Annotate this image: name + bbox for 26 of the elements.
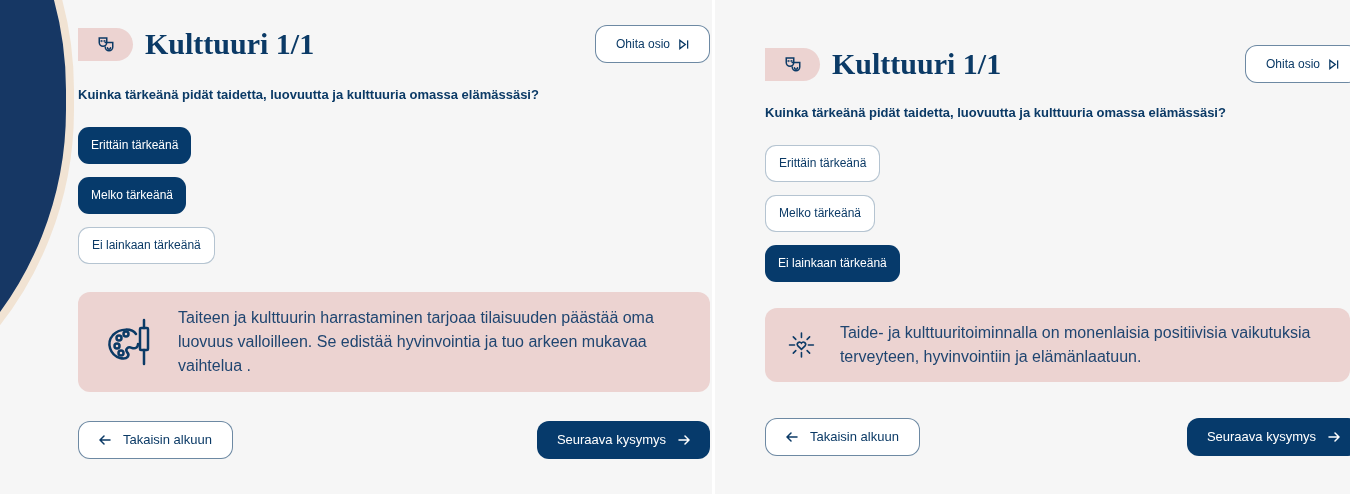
next-question-button[interactable]: Seuraava kysymys [1186,417,1350,456]
section-title: Kulttuuri 1/1 [832,49,1002,79]
answer-option[interactable]: Ei lainkaan tärkeänä [78,226,215,264]
right-arrow-icon [678,433,690,446]
theater-masks-icon [783,55,802,73]
skip-section-button[interactable]: Ohita osio [594,25,710,63]
answer-option[interactable]: Erittäin tärkeänä [78,126,192,164]
right-arrow-icon [1328,430,1340,443]
theater-masks-icon [96,35,115,53]
skip-icon [678,38,689,50]
skip-icon [1328,58,1339,70]
left-arrow-icon [99,433,111,446]
answer-option[interactable]: Melko tärkeänä [765,194,876,232]
answer-option[interactable]: Ei lainkaan tärkeänä [765,244,900,282]
answer-option[interactable]: Erittäin tärkeänä [765,144,881,182]
section-title: Kulttuuri 1/1 [145,29,315,59]
info-text: Taide- ja kulttuuritoiminnalla on monenlaisia positiivisia vaikutuksia terveyteen, hyvinvointiin ja elämänlaatuun. [839,322,1312,367]
back-to-start-button[interactable]: Takaisin alkuun [78,420,233,459]
question-text: Kuinka tärkeänä pidät taidetta, luovuutta ja kulttuuria omassa elämässäsi? [765,104,1227,122]
left-arrow-icon [786,430,798,443]
answer-option[interactable]: Melko tärkeänä [78,176,187,214]
skip-section-button[interactable]: Ohita osio [1244,45,1350,83]
next-question-button[interactable]: Seuraava kysymys [536,420,710,459]
back-to-start-button[interactable]: Takaisin alkuun [765,417,920,456]
info-text: Taiteen ja kulttuurin harrastaminen tarjoaa tilaisuuden päästää oma luovuus valloilleen. Se edistää hyvinvointia ja tuo arkeen mukavaa vaihtelua . [178,307,655,376]
question-text: Kuinka tärkeänä pidät taidetta, luovuutta ja kulttuuria omassa elämässäsi? [78,86,540,104]
